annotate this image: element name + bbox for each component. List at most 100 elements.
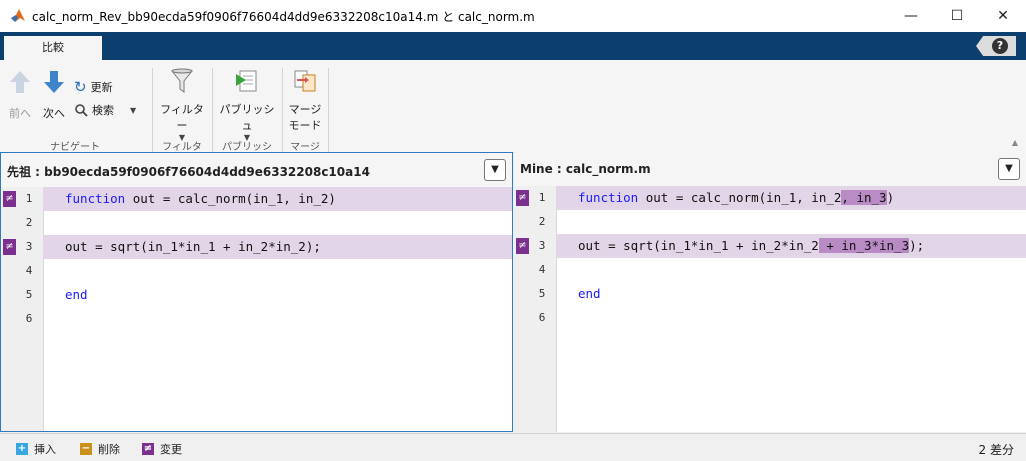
close-button[interactable]: ✕ <box>980 0 1026 32</box>
code-line[interactable]: 2 <box>514 210 1026 234</box>
merge-label-line1: マージ <box>288 103 322 116</box>
refresh-icon: ↻ <box>74 78 87 96</box>
code-line[interactable]: 4 <box>514 258 1026 282</box>
ribbon-separator <box>282 68 283 152</box>
legend-label: 変更 <box>160 443 182 456</box>
prev-button[interactable]: 前へ <box>6 70 34 121</box>
section-label-navigate: ナビゲート <box>50 142 100 153</box>
mine-pane[interactable]: Mine : calc_norm.m ▼ ≠ 1 function out = … <box>514 152 1026 432</box>
insert-icon: + <box>16 443 28 455</box>
ancestor-pane-title: 先祖 : bb90ecda59f0906f76604d4dd9e6332208c… <box>7 165 370 179</box>
keyword: end <box>65 287 88 302</box>
code-line[interactable]: ≠ 1 function out = calc_norm(in_1, in_2) <box>1 187 512 211</box>
arrow-up-icon <box>10 71 30 93</box>
line-number: 3 <box>25 240 33 253</box>
delete-icon: − <box>80 443 92 455</box>
refresh-label: 更新 <box>90 81 113 94</box>
help-button[interactable]: ? <box>976 36 1016 56</box>
search-dropdown-icon[interactable]: ▼ <box>130 106 136 115</box>
publish-icon <box>236 70 257 92</box>
close-icon: ✕ <box>997 8 1009 24</box>
collapse-ribbon-icon[interactable]: ▲ <box>1012 138 1018 147</box>
mine-pane-title: Mine : calc_norm.m <box>520 162 651 176</box>
publish-label: パブリッシュ <box>219 103 275 132</box>
inline-diff-highlight: , in_3 <box>841 190 887 205</box>
code-segment: out = calc_norm(in_1, in_2 <box>638 190 842 205</box>
code-segment: out = calc_norm(in_1, in_2) <box>125 191 336 206</box>
code-line[interactable]: ≠ 3 out = sqrt(in_1*in_1 + in_2*in_2 + i… <box>514 234 1026 258</box>
code-line[interactable]: ≠ 1 function out = calc_norm(in_1, in_2,… <box>514 186 1026 210</box>
line-number: 6 <box>538 311 546 324</box>
search-button[interactable]: 検索 ▼ <box>74 102 136 118</box>
window-title: calc_norm_Rev_bb90ecda59f0906f76604d4dd9… <box>32 10 535 24</box>
line-number: 4 <box>538 263 546 276</box>
keyword: function <box>65 191 126 206</box>
ancestor-pane[interactable]: 先祖 : bb90ecda59f0906f76604d4dd9e6332208c… <box>0 152 513 432</box>
code-line[interactable]: 5 end <box>1 283 512 307</box>
section-label-merge: マージ <box>290 142 320 153</box>
merge-mode-button[interactable]: マージ モード <box>286 68 324 133</box>
code-segment: ); <box>909 238 925 253</box>
diff-count: 2 差分 <box>978 443 1014 457</box>
code-text: end <box>578 286 601 301</box>
code-text: out = sqrt(in_1*in_1 + in_2*in_2 + in_3*… <box>578 238 924 253</box>
filter-button[interactable]: フィルター ▼ <box>158 68 206 142</box>
prev-label: 前へ <box>9 107 31 120</box>
ribbon-separator <box>152 68 153 152</box>
legend-delete: − 削除 <box>80 441 120 457</box>
code-line[interactable]: 6 <box>1 307 512 331</box>
change-marker-icon: ≠ <box>3 191 16 207</box>
mine-pane-header: Mine : calc_norm.m ▼ <box>514 152 1026 187</box>
change-icon: ≠ <box>142 443 154 455</box>
ribbon-toolstrip: 前へ 次へ ↻ 更新 検索 ▼ ナビゲート フィルター ▼ フィルター <box>0 60 1026 168</box>
code-line[interactable]: 2 <box>1 211 512 235</box>
line-number: 4 <box>25 264 33 277</box>
help-icon: ? <box>992 38 1008 54</box>
ribbon-tab-bar: 比較 ? <box>0 32 1026 60</box>
line-number: 1 <box>538 191 546 204</box>
publish-button[interactable]: パブリッシュ ▼ <box>218 68 276 142</box>
next-button[interactable]: 次へ <box>40 70 68 121</box>
code-line[interactable]: 4 <box>1 259 512 283</box>
line-number: 6 <box>25 312 33 325</box>
ancestor-pane-header: 先祖 : bb90ecda59f0906f76604d4dd9e6332208c… <box>1 153 512 188</box>
legend-insert: + 挿入 <box>16 441 56 457</box>
mine-pane-menu-button[interactable]: ▼ <box>998 158 1020 180</box>
code-text: end <box>65 287 88 302</box>
chevron-down-icon: ▼ <box>491 164 499 175</box>
search-icon <box>75 104 88 117</box>
search-label: 検索 <box>92 104 114 117</box>
code-line[interactable]: ≠ 3 out = sqrt(in_1*in_1 + in_2*in_2); <box>1 235 512 259</box>
tab-compare[interactable]: 比較 <box>4 36 102 60</box>
ribbon-separator <box>328 68 329 152</box>
legend-label: 挿入 <box>34 443 56 456</box>
code-text: function out = calc_norm(in_1, in_2) <box>65 191 336 206</box>
change-marker-icon: ≠ <box>3 239 16 255</box>
legend-label: 削除 <box>98 443 120 456</box>
matlab-icon <box>11 9 25 22</box>
filter-label: フィルター <box>160 103 204 132</box>
filter-icon <box>170 68 194 93</box>
arrow-down-icon <box>44 71 64 93</box>
next-label: 次へ <box>43 107 65 120</box>
code-line[interactable]: 5 end <box>514 282 1026 306</box>
maximize-button[interactable]: ☐ <box>934 0 980 32</box>
minimize-icon: — <box>904 8 918 24</box>
code-segment: ) <box>886 190 895 205</box>
inline-diff-highlight: + in_3*in_3 <box>818 238 910 253</box>
code-line[interactable]: 6 <box>514 306 1026 330</box>
line-number: 1 <box>25 192 33 205</box>
keyword: function <box>578 190 639 205</box>
line-number: 2 <box>538 215 546 228</box>
code-segment: out = sqrt(in_1*in_1 + in_2*in_2 <box>578 238 819 253</box>
refresh-button[interactable]: ↻ 更新 <box>74 78 113 96</box>
minimize-button[interactable]: — <box>888 0 934 32</box>
merge-label-line2: モード <box>288 119 322 132</box>
ancestor-pane-menu-button[interactable]: ▼ <box>484 159 506 181</box>
code-text: function out = calc_norm(in_1, in_2, in_… <box>578 190 894 205</box>
status-bar: + 挿入 − 削除 ≠ 変更 2 差分 <box>0 433 1026 461</box>
chevron-down-icon: ▼ <box>1005 163 1013 174</box>
line-number: 5 <box>538 287 546 300</box>
line-number: 2 <box>25 216 33 229</box>
legend-change: ≠ 変更 <box>142 441 182 457</box>
